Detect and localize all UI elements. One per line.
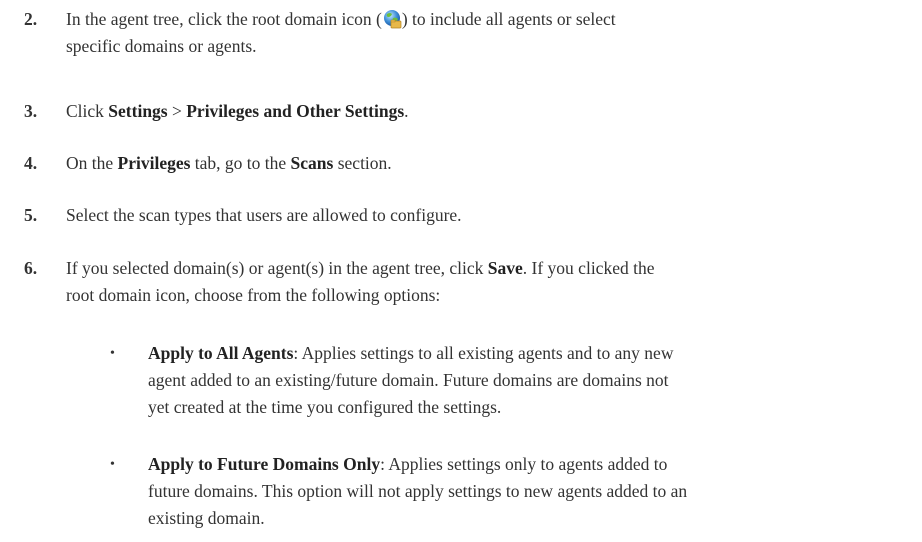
step-text-part: tab, go to the <box>190 153 291 173</box>
option-text-part: : Applies settings to all existing agent… <box>293 343 674 363</box>
step-text: In the agent tree, click the root domain… <box>66 6 904 60</box>
step-text-part: section. <box>333 153 392 173</box>
privileges-tab-label: Privileges <box>117 153 191 173</box>
option-text-part: : Applies settings only to agents added … <box>380 454 668 474</box>
step-number: 6. <box>24 258 38 278</box>
step-text-part: Click <box>66 101 109 121</box>
step-text: On the Privileges tab, go to the Scans s… <box>66 150 904 177</box>
scans-section-label: Scans <box>290 153 334 173</box>
step-number: 3. <box>24 101 38 121</box>
step-text-part: . If you clicked the <box>522 258 655 278</box>
option-title: Apply to All Agents <box>148 343 294 363</box>
step-text: Click Settings > Privileges and Other Se… <box>66 98 904 125</box>
step-3: 3. Click Settings > Privileges and Other… <box>24 98 904 125</box>
step-text-part: specific domains or agents. <box>66 36 257 56</box>
step-number: 4. <box>24 153 38 173</box>
save-label: Save <box>487 258 523 278</box>
step-4: 4. On the Privileges tab, go to the Scan… <box>24 150 904 177</box>
step-text-part: . <box>404 101 409 121</box>
globe-folder-icon <box>382 9 402 29</box>
option-text-part: agent added to an existing/future domain… <box>148 370 669 390</box>
option-text-part: future domains. This option will not app… <box>148 481 688 501</box>
step-number: 5. <box>24 205 38 225</box>
settings-label: Settings <box>108 101 168 121</box>
option-apply-to-future-domains-only: • Apply to Future Domains Only: Applies … <box>110 451 900 532</box>
privileges-other-settings-label: Privileges and Other Settings <box>186 101 405 121</box>
option-text: Apply to Future Domains Only: Applies se… <box>148 451 900 532</box>
step-number: 2. <box>24 9 38 29</box>
bullet-mark: • <box>110 457 115 472</box>
step-text-part: In the agent tree, click the root domain… <box>66 9 382 29</box>
option-text-part: yet created at the time you configured t… <box>148 397 502 417</box>
step-5: 5. Select the scan types that users are … <box>24 202 904 229</box>
step-2: 2. In the agent tree, click the root dom… <box>24 6 904 60</box>
option-text-part: existing domain. <box>148 508 265 528</box>
step-text-part: ) to include all agents or select <box>401 9 616 29</box>
step-text-part: On the <box>66 153 118 173</box>
option-apply-to-all-agents: • Apply to All Agents: Applies settings … <box>110 340 900 421</box>
option-title: Apply to Future Domains Only <box>148 454 381 474</box>
step-text-part: root domain icon, choose from the follow… <box>66 285 441 305</box>
step-text-part: If you selected domain(s) or agent(s) in… <box>66 258 488 278</box>
step-6: 6. If you selected domain(s) or agent(s)… <box>24 255 904 309</box>
step-text-part: > <box>167 101 187 121</box>
step-text: If you selected domain(s) or agent(s) in… <box>66 255 904 309</box>
bullet-mark: • <box>110 346 115 361</box>
option-text: Apply to All Agents: Applies settings to… <box>148 340 900 421</box>
step-text: Select the scan types that users are all… <box>66 205 462 225</box>
